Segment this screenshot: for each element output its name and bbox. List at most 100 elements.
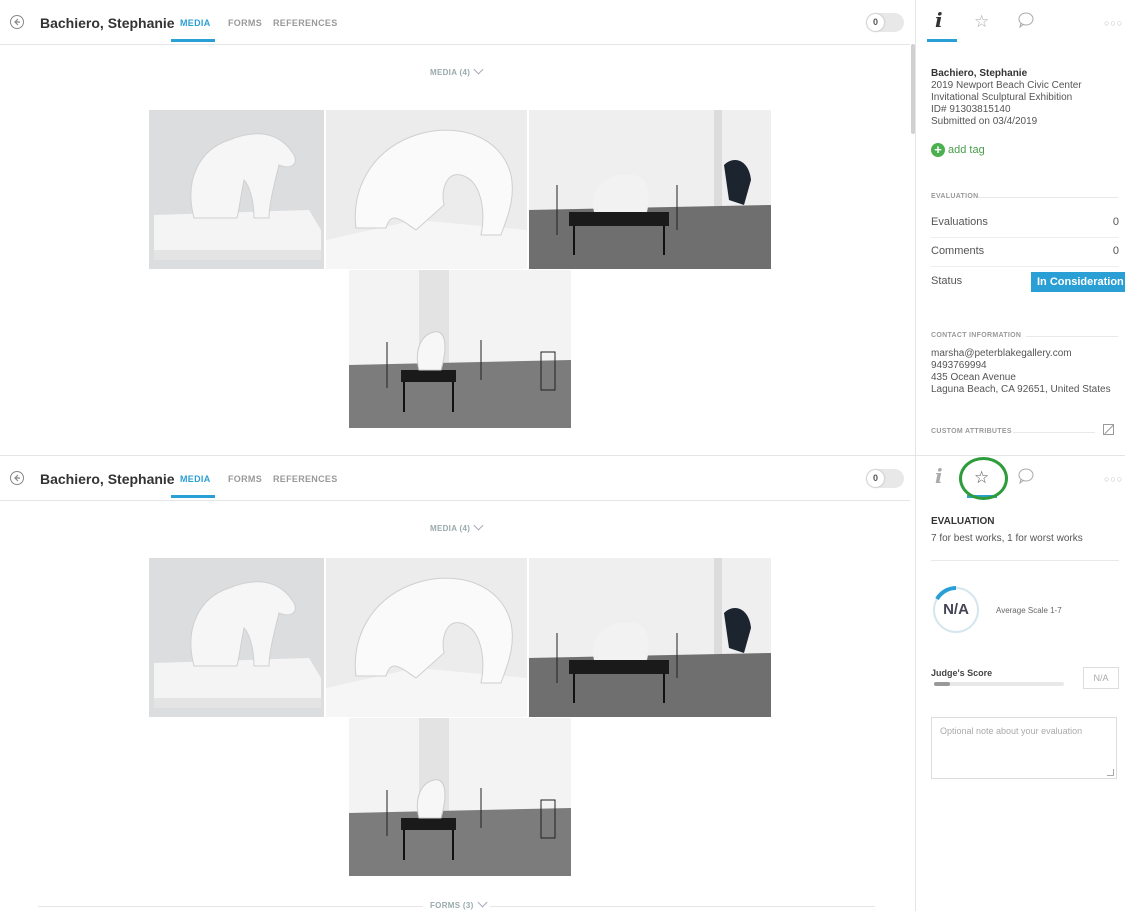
status-label: Status [931,275,963,287]
gallery-photo-icon [349,270,571,428]
media-image-2[interactable] [326,110,527,269]
media-section-title[interactable]: MEDIA (4) [430,520,484,533]
info-id: ID# 91303815140 [931,104,1011,115]
info-submitted: Submitted on 03/4/2019 [931,116,1038,127]
sidebar-tab-bar: i ☆ ○○○ [916,456,1125,500]
applicant-name: Bachiero, Stephanie [40,471,175,487]
record-header: Bachiero, Stephanie MEDIA FORMS REFERENC… [0,0,910,45]
more-icon[interactable]: ○○○ [1104,18,1123,28]
evaluation-section-label: EVALUATION [931,193,979,200]
toggle-value: 0 [867,470,884,487]
media-image-4[interactable] [349,718,571,876]
judge-score-slider[interactable] [934,682,1064,686]
contact-phone: 9493769994 [931,360,987,371]
chevron-down-icon [1033,295,1043,305]
status-dropdown[interactable]: In Consideration [1031,272,1125,305]
tab-media[interactable]: MEDIA [180,18,211,28]
gallery-photo-icon [349,718,571,876]
average-score-gauge: N/A [931,585,981,635]
status-row: Status In Consideration [931,272,1125,305]
info-program-line2: Invitational Sculptural Exhibition [931,92,1073,103]
section-divider [931,560,1119,561]
contact-email[interactable]: marsha@peterblakegallery.com [931,348,1111,360]
media-image-4[interactable] [349,270,571,428]
media-title-text: MEDIA (4) [430,68,471,77]
section-divider [1013,432,1095,433]
resize-grip-icon[interactable] [1107,769,1114,776]
count-toggle[interactable]: 0 [866,469,904,488]
tab-forms[interactable]: FORMS [228,18,262,28]
info-icon[interactable]: i [935,464,943,488]
comments-value: 0 [1112,245,1119,257]
evaluation-note-textarea[interactable]: Optional note about your evaluation [931,717,1117,779]
sculpture-photo-icon [149,110,324,269]
sculpture-photo-icon [149,558,324,717]
add-tag-button[interactable]: + add tag [931,143,985,157]
sculpture-photo-icon [326,110,527,269]
section-divider [978,197,1118,198]
edit-icon[interactable] [1103,424,1114,435]
forms-section-title[interactable]: FORMS (3) [430,897,488,910]
media-image-3[interactable] [529,558,771,717]
evaluation-subtitle: 7 for best works, 1 for worst works [931,533,1083,544]
gallery-photo-icon [529,110,771,269]
section-divider [38,906,423,907]
comment-icon[interactable] [1018,12,1034,33]
details-sidebar: i ☆ ○○○ Bachiero, Stephanie 2019 Newport… [911,0,1125,455]
active-tab-indicator [171,495,215,498]
info-name: Bachiero, Stephanie [931,68,1028,79]
applicant-name: Bachiero, Stephanie [40,15,175,31]
tab-references[interactable]: REFERENCES [273,18,338,28]
chevron-down-icon [477,897,488,908]
media-image-3[interactable] [529,110,771,269]
chevron-down-icon [473,64,484,75]
tab-references[interactable]: REFERENCES [273,474,338,484]
contact-section-label: CONTACT INFORMATION [931,332,1022,339]
count-toggle[interactable]: 0 [866,13,904,32]
active-tab-indicator [171,39,215,42]
toggle-value: 0 [867,14,884,31]
star-icon[interactable]: ☆ [974,12,989,32]
custom-attributes-label: CUSTOM ATTRIBUTES [931,428,1012,435]
sidebar-tab-bar: i ☆ ○○○ [916,0,1125,44]
evaluations-label: Evaluations [931,216,988,228]
add-tag-label: add tag [948,143,985,156]
evaluation-title: EVALUATION [931,516,995,527]
average-scale-label: Average Scale 1-7 [996,606,1062,615]
gallery-photo-icon [529,558,771,717]
info-icon[interactable]: i [935,8,943,32]
evaluation-sidebar: i ☆ ○○○ EVALUATION 7 for best works, 1 f… [915,456,1125,911]
active-sidebar-tab-indicator [927,39,957,42]
sidebar-scrollbar[interactable] [911,44,915,134]
record-panel-info: Bachiero, Stephanie MEDIA FORMS REFERENC… [0,0,1125,455]
tab-media[interactable]: MEDIA [180,474,211,484]
contact-address1: 435 Ocean Avenue [931,372,1016,383]
comments-label: Comments [931,245,985,257]
back-icon[interactable] [10,15,24,29]
forms-title-text: FORMS (3) [430,901,474,910]
highlight-circle [959,457,1008,500]
row-divider [931,237,1119,238]
comment-icon[interactable] [1018,468,1034,489]
media-image-1[interactable] [149,558,324,717]
media-section-title[interactable]: MEDIA (4) [430,64,484,77]
judge-score-fill [934,682,950,686]
tab-forms[interactable]: FORMS [228,474,262,484]
comments-row: Comments 0 [931,245,1119,267]
section-divider [490,906,875,907]
media-image-1[interactable] [149,110,324,269]
chevron-down-icon [473,520,484,531]
judge-score-input[interactable]: N/A [1083,667,1119,689]
info-program-line1: 2019 Newport Beach Civic Center [931,80,1082,91]
media-image-2[interactable] [326,558,527,717]
back-icon[interactable] [10,471,24,485]
plus-icon: + [931,143,945,157]
judge-score-label: Judge's Score [931,668,993,678]
applicant-info: Bachiero, Stephanie 2019 Newport Beach C… [931,68,1121,128]
note-placeholder: Optional note about your evaluation [940,726,1083,736]
section-divider [1026,336,1118,337]
media-title-text: MEDIA (4) [430,524,471,533]
more-icon[interactable]: ○○○ [1104,474,1123,484]
evaluations-row: Evaluations 0 [931,216,1119,238]
contact-address2: Laguna Beach, CA 92651, United States [931,384,1111,395]
